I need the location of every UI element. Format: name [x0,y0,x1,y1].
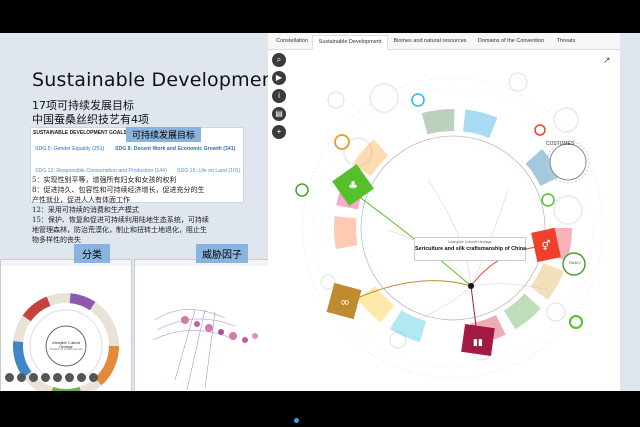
thumbnail-threat-graph [135,260,268,391]
toolbar-more-icon[interactable] [89,373,98,382]
node-costumes-label[interactable]: COSTUMES [542,141,578,147]
toolbar-layout-icon[interactable] [41,373,50,382]
screen-top-border [0,0,640,33]
tab-bar: Constellation Sustainable Development Bi… [268,33,620,50]
sdg-item: SDG 12: Responsible Consumption and Prod… [35,168,167,174]
external-link-icon[interactable]: ↗ [603,55,611,66]
tab-constellation[interactable]: Constellation [272,35,312,48]
node-family-label[interactable]: FAMILY [564,261,586,265]
toolbar-pen-icon[interactable] [29,373,38,382]
sdg8-tile[interactable]: ▮▮ [461,324,495,356]
right-slide-edge [620,33,640,391]
sdg-item: SDG 5: Gender Equality (251) [35,146,105,152]
info-icon[interactable]: i [272,89,286,103]
tab-domains[interactable]: Domains of the Convention [474,35,548,48]
toolbar-prev-icon[interactable] [5,373,14,382]
goal-line: 12：采用可持续的消费和生产模式 [32,206,139,214]
toolbar-chat-icon[interactable] [53,373,62,382]
svg-text:∞: ∞ [340,295,350,309]
play-icon[interactable]: ▶ [272,71,286,85]
goal-line: 15：保护、恢复和促进可持续利用陆地生态系统，可持续 [32,216,209,224]
mouse-cursor-icon [294,418,299,423]
plus-icon[interactable]: + [272,125,286,139]
label-threat-factor: 威胁因子 [196,244,248,263]
presentation-slide: Sustainable Development 17项可持续发展目标 中国蚕桑丝… [0,33,268,391]
screen-bottom-border [0,391,640,427]
selected-element-category: Intangible Cultural Heritage [448,240,492,244]
search-icon[interactable]: ⌕ [272,53,286,67]
toolbar-settings-icon[interactable] [77,373,86,382]
thumb-center-sub: Traditional craftsmanship [49,347,83,351]
document-icon[interactable]: ▤ [272,107,286,121]
thumbnail-category-ring [1,260,131,391]
selected-element-title: Sericulture and silk craftsmanship of Ch… [415,246,527,252]
tab-threats[interactable]: Threats [550,35,582,48]
highlight-sdg-label: 可持续发展目标 [126,127,202,142]
selected-element-card[interactable]: Intangible Cultural Heritage Sericulture… [414,237,526,261]
slide-title: Sustainable Development [32,69,268,91]
thumbnail-threat-view [134,259,268,391]
sdg-graph: ♣ ∞ ⚥ ▮▮ [295,72,604,379]
goal-line: 8：促进持久、包容性和可持续经济增长，促进充分的生 [32,186,205,194]
label-category: 分类 [74,244,110,263]
tab-biomes[interactable]: Biomes and natural resources [388,35,472,48]
sdg-box-header: SUSTAINABLE DEVELOPMENT GOALS [33,130,127,136]
toolbar-camera-icon[interactable] [65,373,74,382]
goal-line: 地管理森林，防治荒漠化，制止和扭转土地退化，阻止生 [32,226,207,234]
slide-subtitle-2: 中国蚕桑丝织技艺有4项 [32,113,149,126]
sdg-item: SDG 15: Life on Land (101) [177,168,241,174]
tab-sustainable-development[interactable]: Sustainable Development [312,35,388,50]
svg-text:▮▮: ▮▮ [473,338,483,348]
svg-text:♣: ♣ [348,179,358,192]
ich-visualization-app: Constellation Sustainable Development Bi… [268,33,620,391]
svg-text:⚥: ⚥ [541,240,550,252]
goal-line: 5：实现性别平等，增强所有妇女和女孩的权利 [32,176,177,184]
goal-line: 产性就业，促进人人有体面工作 [32,196,130,204]
toolbar-next-icon[interactable] [17,373,26,382]
sdg-item: SDG 8: Decent Work and Economic Growth (… [115,146,236,152]
thumbnail-category-view: Intangible Cultural Heritage Traditional… [0,259,132,391]
